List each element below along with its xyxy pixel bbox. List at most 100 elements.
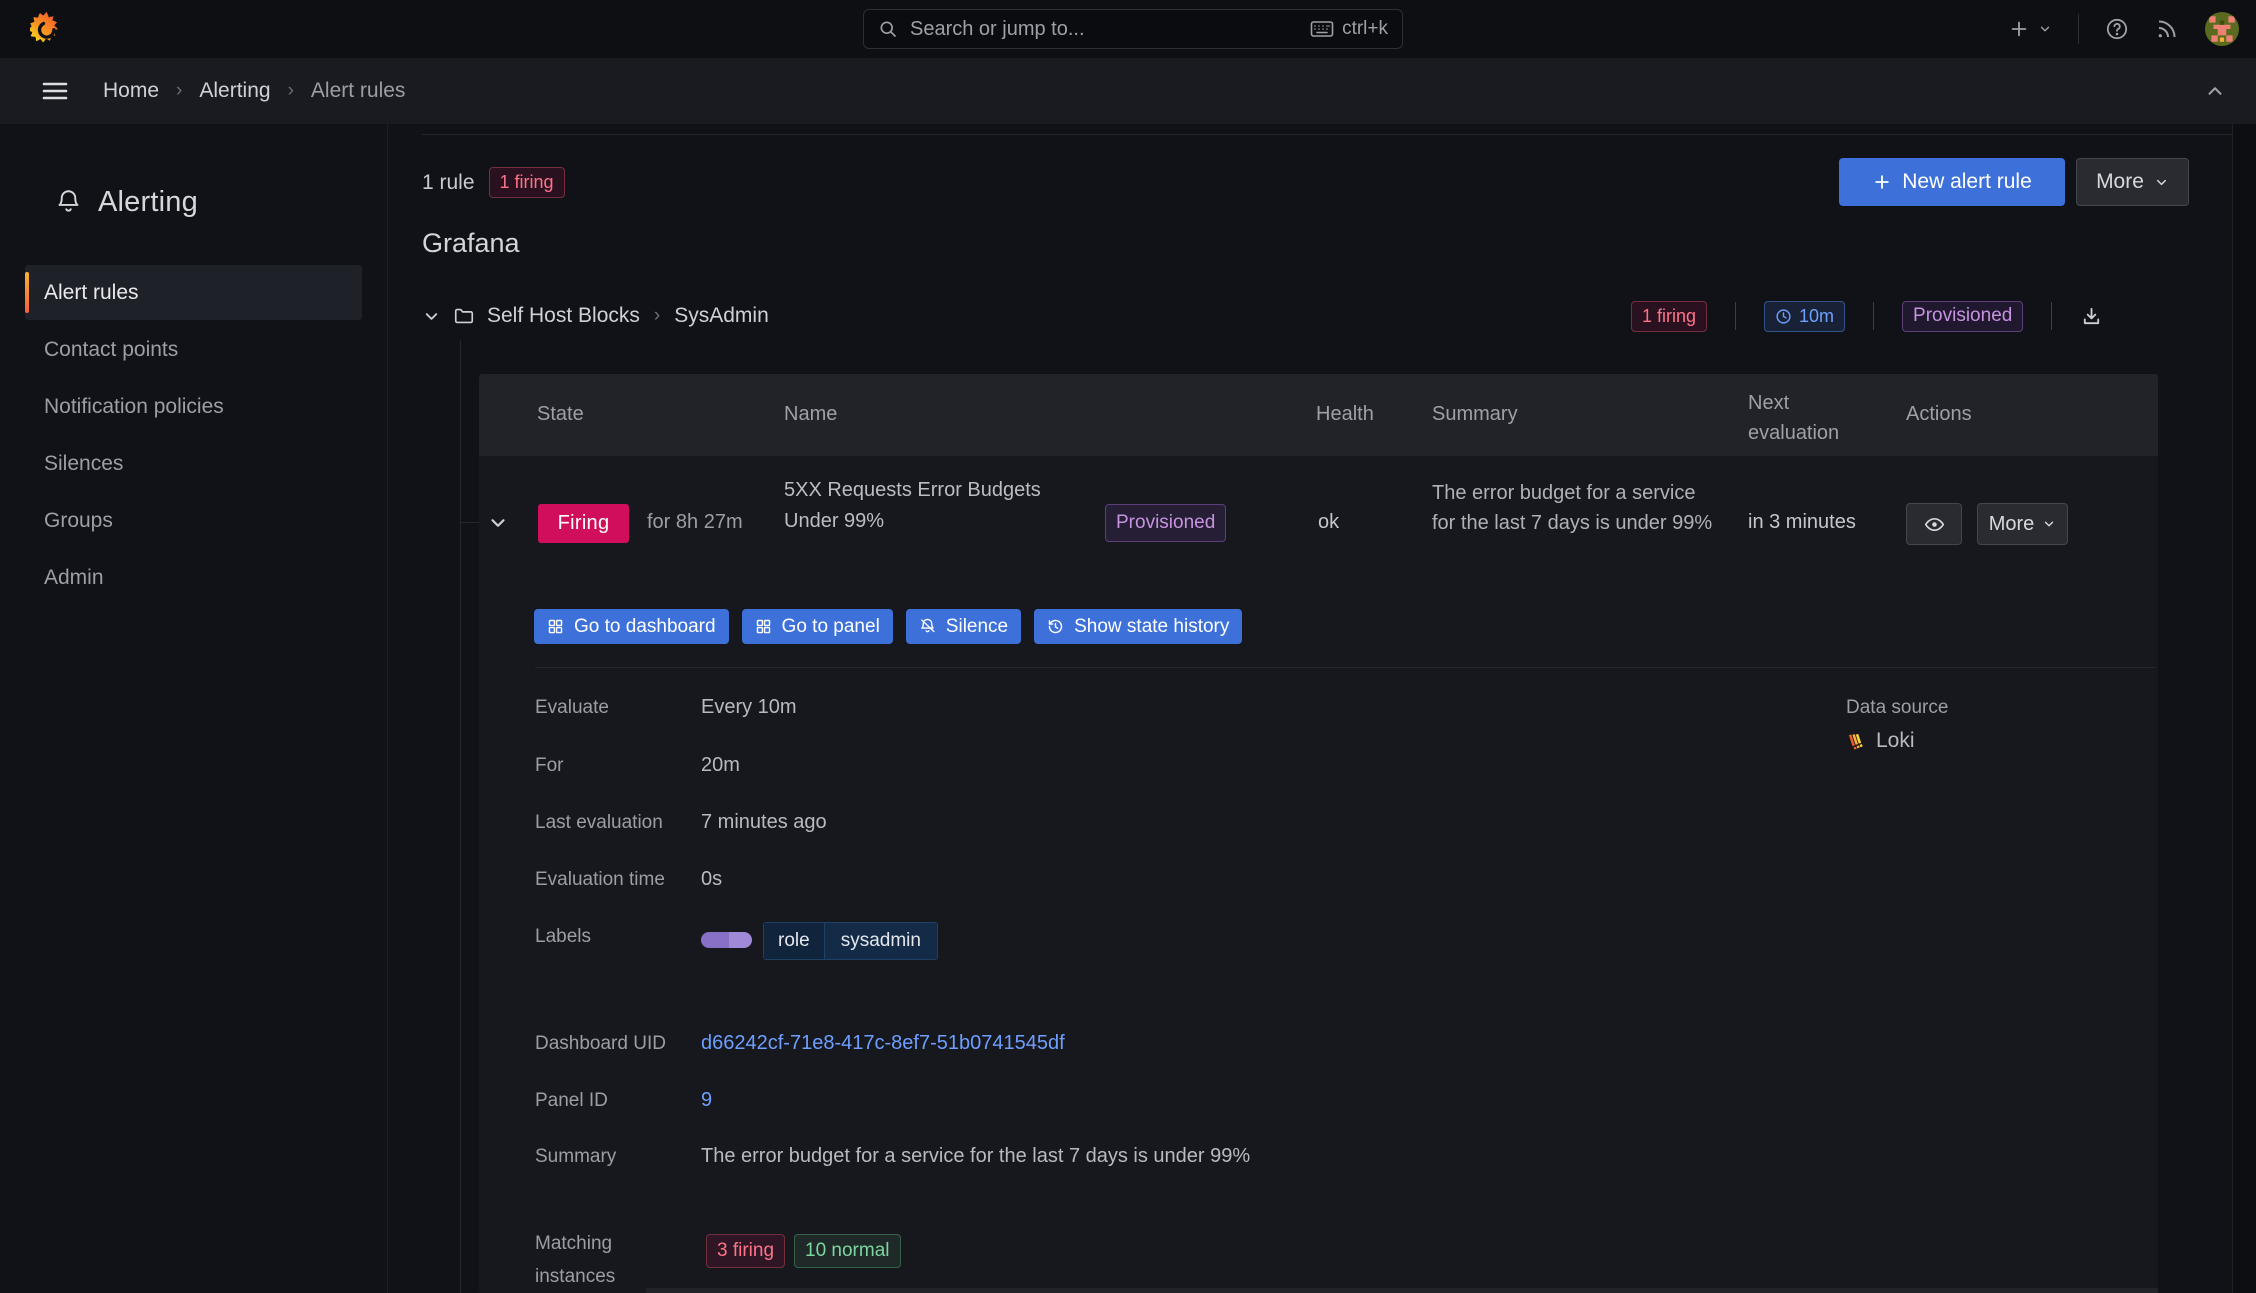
- col-actions: Actions: [1906, 403, 1972, 425]
- row-collapse-chevron-icon[interactable]: [487, 512, 509, 534]
- history-icon: [1047, 618, 1064, 635]
- keyboard-icon: [1310, 19, 1334, 39]
- apps-grid-icon: [547, 618, 564, 635]
- sidebar-item-silences[interactable]: Silences: [25, 436, 362, 491]
- alert-rules-content: 1 rule 1 firing New alert rule More Graf…: [388, 124, 2232, 1293]
- top-navbar: ctrl+k: [0, 0, 2256, 58]
- caret-down-icon: [2042, 517, 2056, 531]
- shortcut-hint: ctrl+k: [1342, 18, 1388, 39]
- detail-value-for: 20m: [701, 754, 740, 776]
- export-download-icon[interactable]: [2080, 305, 2103, 328]
- col-next-evaluation: Next evaluation: [1748, 392, 1840, 444]
- caret-down-icon: [2154, 175, 2169, 190]
- firing-count-badge: 1 firing: [488, 167, 565, 198]
- instances-table-edge: [646, 1288, 2158, 1293]
- new-alert-rule-button[interactable]: New alert rule: [1839, 158, 2065, 206]
- label-group-pill: [701, 932, 752, 948]
- bell-icon: [55, 189, 82, 216]
- clock-icon: [1775, 308, 1792, 325]
- scrollbar[interactable]: [2232, 124, 2256, 1293]
- apps-grid-icon: [755, 618, 772, 635]
- user-avatar[interactable]: [2205, 12, 2239, 46]
- dashboard-uid-link[interactable]: d66242cf-71e8-417c-8ef7-51b0741545df: [701, 1032, 1065, 1055]
- silence-button[interactable]: Silence: [905, 609, 1022, 644]
- meta-label-summary: Summary: [535, 1146, 617, 1167]
- rule-group-header: Self Host Blocks › SysAdmin: [422, 298, 769, 334]
- sidebar-title: Alerting: [55, 186, 198, 219]
- matching-firing-badge: 3 firing: [706, 1234, 786, 1268]
- col-name: Name: [784, 403, 838, 425]
- group-firing-badge: 1 firing: [1631, 300, 1708, 332]
- show-state-history-button[interactable]: Show state history: [1034, 609, 1243, 644]
- group-name-link[interactable]: SysAdmin: [674, 304, 769, 328]
- help-icon[interactable]: [2105, 17, 2129, 41]
- breadcrumb-separator: ›: [287, 80, 294, 101]
- mega-menu-toggle[interactable]: [42, 80, 68, 102]
- matching-normal-badge: 10 normal: [794, 1234, 901, 1268]
- bell-slash-icon: [919, 618, 936, 635]
- breadcrumb-current: Alert rules: [310, 79, 406, 102]
- state-firing-badge: Firing: [538, 504, 629, 543]
- summary-cell: The error budget for a service for the l…: [1432, 482, 1713, 534]
- sidebar-nav: Alert rules Contact points Notification …: [0, 265, 387, 607]
- rules-table: State Name Health Summary Next evaluatio…: [479, 374, 2158, 1293]
- col-state: State: [537, 403, 584, 425]
- go-to-panel-button[interactable]: Go to panel: [741, 609, 893, 644]
- col-health: Health: [1316, 403, 1374, 425]
- detail-label-evaluation-time: Evaluation time: [535, 869, 665, 890]
- label-value: sysadmin: [823, 923, 937, 959]
- detail-label-last-evaluation: Last evaluation: [535, 812, 663, 833]
- global-search[interactable]: ctrl+k: [863, 9, 1403, 49]
- datasource-name: Loki: [1876, 729, 1915, 752]
- plus-icon: [1872, 172, 1892, 192]
- detail-value-evaluation-time: 0s: [701, 868, 723, 890]
- rule-name[interactable]: 5XX Requests Error Budgets Under 99%: [784, 475, 1054, 537]
- alerting-sidebar: Alerting Alert rules Contact points Noti…: [0, 124, 388, 1293]
- meta-label-dashboard-uid: Dashboard UID: [535, 1033, 666, 1054]
- col-summary: Summary: [1432, 403, 1518, 425]
- group-folder-link[interactable]: Self Host Blocks: [487, 304, 640, 328]
- sidebar-item-alert-rules[interactable]: Alert rules: [25, 265, 362, 320]
- loki-icon: [1846, 731, 1867, 752]
- toolbar-more-button[interactable]: More: [2076, 158, 2189, 206]
- sidebar-item-groups[interactable]: Groups: [25, 493, 362, 548]
- health-value: ok: [1318, 511, 1340, 533]
- label-chip: role sysadmin: [763, 922, 938, 960]
- detail-label-labels: Labels: [535, 926, 591, 947]
- detail-label-evaluate: Evaluate: [535, 697, 609, 718]
- grafana-logo[interactable]: [30, 11, 64, 47]
- collapse-header-chevron-up-icon[interactable]: [2204, 80, 2226, 102]
- new-menu-button[interactable]: [2008, 18, 2052, 40]
- breadcrumb-home[interactable]: Home: [103, 79, 159, 103]
- panel-id-link[interactable]: 9: [701, 1089, 712, 1112]
- breadcrumb-separator: ›: [176, 80, 183, 101]
- go-to-dashboard-button[interactable]: Go to dashboard: [534, 609, 729, 644]
- namespace-heading: Grafana: [422, 228, 520, 258]
- search-input[interactable]: [910, 17, 1299, 41]
- row-more-button[interactable]: More: [1977, 503, 2068, 545]
- datasource-label: Data source: [1846, 697, 1949, 718]
- search-icon: [878, 19, 898, 39]
- meta-label-panel-id: Panel ID: [535, 1090, 608, 1111]
- detail-value-last-evaluation: 7 minutes ago: [701, 811, 827, 833]
- folder-icon: [453, 305, 475, 327]
- label-key: role: [764, 923, 824, 959]
- sidebar-item-notification-policies[interactable]: Notification policies: [25, 379, 362, 434]
- group-collapse-chevron-icon[interactable]: [422, 307, 441, 326]
- matching-instances-label: Matching instances: [535, 1233, 616, 1287]
- rss-icon[interactable]: [2155, 17, 2179, 41]
- group-provisioned-badge: Provisioned: [1902, 300, 2024, 332]
- sidebar-item-admin[interactable]: Admin: [25, 550, 362, 605]
- sidebar-item-contact-points[interactable]: Contact points: [25, 322, 362, 377]
- next-evaluation-value: in 3 minutes: [1748, 511, 1856, 533]
- eye-icon: [1924, 514, 1945, 535]
- rules-table-header: State Name Health Summary Next evaluatio…: [479, 374, 2158, 456]
- divider: [2078, 14, 2079, 44]
- chevron-down-icon: [2038, 22, 2052, 36]
- firing-duration: for 8h 27m: [647, 511, 743, 533]
- breadcrumb-alerting[interactable]: Alerting: [199, 79, 270, 103]
- detail-label-for: For: [535, 755, 564, 776]
- group-interval-badge: 10m: [1764, 300, 1846, 332]
- rule-count: 1 rule: [422, 170, 475, 194]
- view-rule-eye-button[interactable]: [1906, 503, 1962, 545]
